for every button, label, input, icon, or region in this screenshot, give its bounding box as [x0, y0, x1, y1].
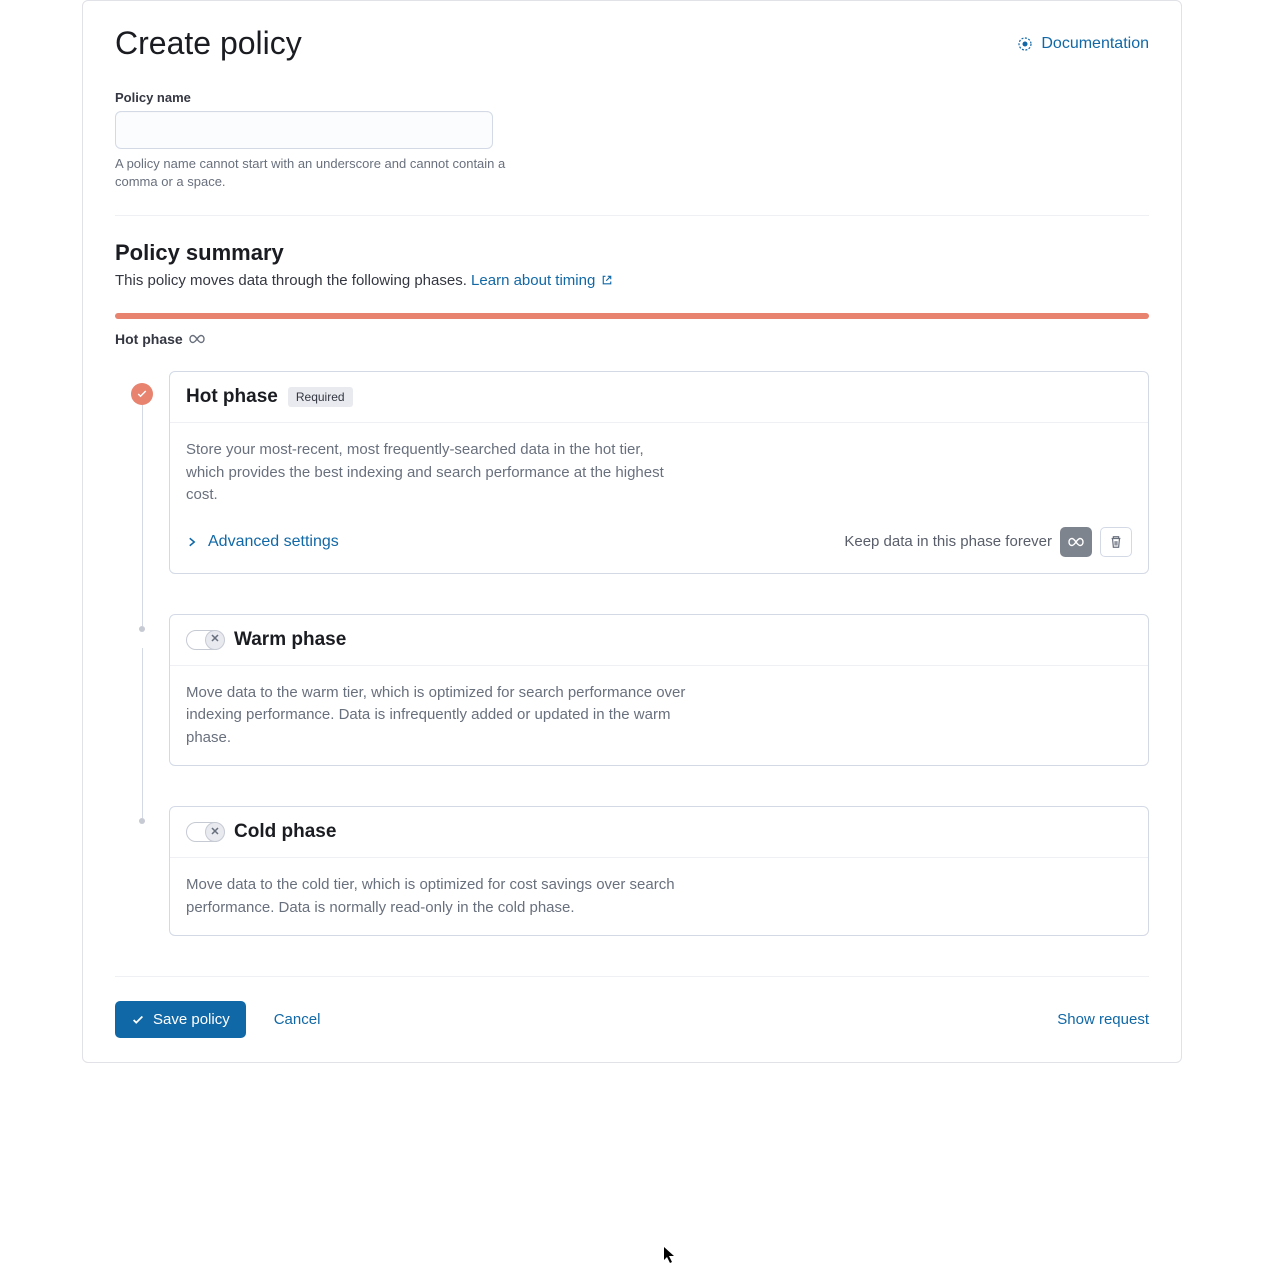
timeline-hot-label: Hot phase: [115, 331, 183, 347]
policy-summary-title: Policy summary: [115, 240, 1149, 266]
cold-phase-row: ✕ Cold phase Move data to the cold tier,…: [115, 806, 1149, 936]
cold-phase-title: Cold phase: [234, 821, 336, 843]
divider: [115, 976, 1149, 977]
save-policy-button[interactable]: Save policy: [115, 1001, 246, 1038]
help-icon: [1017, 36, 1033, 52]
divider: [115, 215, 1149, 216]
close-icon: ✕: [210, 827, 219, 838]
documentation-link-label: Documentation: [1041, 35, 1149, 53]
policy-name-input[interactable]: [115, 111, 493, 149]
required-badge: Required: [288, 387, 353, 407]
warm-phase-toggle[interactable]: ✕: [186, 630, 224, 650]
page-title: Create policy: [115, 25, 302, 62]
timeline-bar: [115, 313, 1149, 319]
policy-summary-desc: This policy moves data through the follo…: [115, 272, 1149, 289]
hot-phase-title: Hot phase: [186, 386, 278, 408]
policy-name-help: A policy name cannot start with an under…: [115, 155, 515, 191]
check-icon: [131, 1013, 145, 1027]
learn-timing-link[interactable]: Learn about timing: [471, 272, 613, 289]
chevron-right-icon: [186, 536, 198, 548]
cold-phase-marker: [139, 818, 145, 824]
advanced-settings-label: Advanced settings: [208, 533, 339, 551]
external-link-icon: [601, 274, 613, 286]
cold-phase-desc: Move data to the cold tier, which is opt…: [186, 874, 686, 919]
cancel-button[interactable]: Cancel: [274, 1011, 321, 1028]
policy-summary-section: Policy summary This policy moves data th…: [115, 240, 1149, 347]
warm-phase-row: ✕ Warm phase Move data to the warm tier,…: [115, 614, 1149, 767]
hot-phase-card: Hot phase Required Store your most-recen…: [169, 371, 1149, 574]
warm-phase-card: ✕ Warm phase Move data to the warm tier,…: [169, 614, 1149, 767]
warm-phase-title: Warm phase: [234, 629, 346, 651]
show-request-button[interactable]: Show request: [1057, 1011, 1149, 1028]
delete-phase-button[interactable]: [1100, 527, 1132, 557]
infinity-icon: [189, 331, 205, 347]
warm-phase-desc: Move data to the warm tier, which is opt…: [186, 682, 686, 750]
policy-name-label: Policy name: [115, 90, 1149, 105]
infinity-icon: [1068, 537, 1084, 547]
timeline-connector: [142, 648, 143, 819]
hot-phase-desc: Store your most-recent, most frequently-…: [186, 439, 686, 507]
warm-phase-marker: [139, 626, 145, 632]
keep-forever-button[interactable]: [1060, 527, 1092, 557]
cold-phase-toggle[interactable]: ✕: [186, 822, 224, 842]
advanced-settings-toggle[interactable]: Advanced settings: [186, 533, 339, 551]
save-policy-label: Save policy: [153, 1011, 230, 1028]
hot-phase-row: Hot phase Required Store your most-recen…: [115, 371, 1149, 574]
documentation-link[interactable]: Documentation: [1017, 35, 1149, 53]
keep-forever-label: Keep data in this phase forever: [844, 533, 1052, 550]
cold-phase-card: ✕ Cold phase Move data to the cold tier,…: [169, 806, 1149, 936]
hot-phase-marker: [131, 383, 153, 405]
timeline-connector: [142, 405, 143, 626]
policy-name-group: Policy name A policy name cannot start w…: [115, 90, 1149, 191]
close-icon: ✕: [210, 634, 219, 645]
trash-icon: [1109, 535, 1123, 549]
mouse-cursor-icon: [663, 1246, 677, 1264]
